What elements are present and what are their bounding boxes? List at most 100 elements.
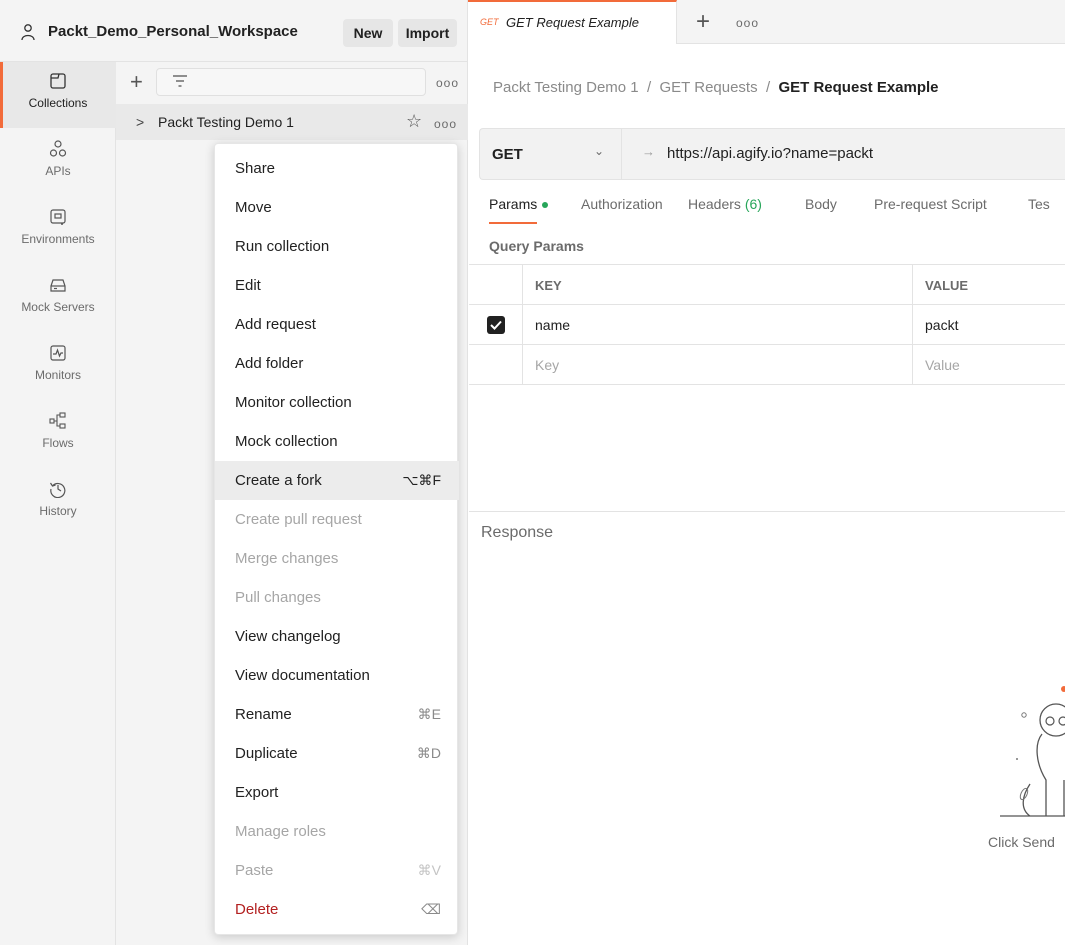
tab-params[interactable]: Params xyxy=(489,196,549,212)
breadcrumb-separator: / xyxy=(765,79,771,96)
tab-title: GET Request Example xyxy=(506,15,639,30)
collection-name[interactable]: Packt Testing Demo 1 xyxy=(158,114,294,130)
request-url-bar: GET ⌄ → https://api.agify.io?name=packt xyxy=(479,128,1065,180)
nav-label: Collections xyxy=(28,96,88,110)
tab-headers[interactable]: Headers (6) xyxy=(688,196,762,212)
menu-item-create-fork[interactable]: Create a fork ⌥⌘F xyxy=(215,461,459,500)
key-input[interactable]: Key xyxy=(523,345,913,385)
active-tab-underline xyxy=(489,222,537,224)
import-button[interactable]: Import xyxy=(398,19,457,47)
menu-item-share[interactable]: Share xyxy=(215,149,459,188)
menu-item-mock-collection[interactable]: Mock collection xyxy=(215,422,459,461)
nav-item-apis[interactable]: APIs xyxy=(0,130,116,196)
add-collection-button[interactable]: + xyxy=(130,70,143,94)
new-tab-button[interactable]: + xyxy=(696,8,710,36)
tab-body[interactable]: Body xyxy=(805,196,837,212)
table-header-row: KEY VALUE xyxy=(469,264,1065,305)
history-icon xyxy=(50,482,66,498)
menu-item-add-request[interactable]: Add request xyxy=(215,305,459,344)
table-row: name packt xyxy=(469,304,1065,345)
menu-item-paste: Paste ⌘V xyxy=(235,862,441,879)
tab-tests[interactable]: Tes xyxy=(1028,196,1050,212)
collections-toolbar: + ooo xyxy=(116,62,468,104)
key-column-header: KEY xyxy=(523,265,913,305)
menu-item-edit[interactable]: Edit xyxy=(215,266,459,305)
url-arrow-icon: → xyxy=(642,144,655,159)
request-tab-bar: GET GET Request Example + ooo xyxy=(468,0,1065,44)
collections-icon xyxy=(50,73,66,89)
collection-more-icon[interactable]: ooo xyxy=(434,117,457,131)
chevron-right-icon[interactable]: > xyxy=(136,114,144,130)
nav-label: History xyxy=(39,504,77,518)
params-indicator-dot xyxy=(542,202,549,209)
menu-item-view-documentation[interactable]: View documentation xyxy=(215,656,459,695)
menu-item-export[interactable]: Export xyxy=(215,773,459,812)
method-label: GET xyxy=(492,146,523,163)
tab-get-request-example[interactable]: GET GET Request Example xyxy=(468,0,677,44)
breadcrumb-collection[interactable]: Packt Testing Demo 1 xyxy=(493,79,639,96)
workspace-name[interactable]: Packt_Demo_Personal_Workspace xyxy=(48,23,298,40)
filter-icon xyxy=(173,75,187,87)
more-options-icon[interactable]: ooo xyxy=(436,76,459,90)
value-input[interactable]: Value xyxy=(913,345,1065,385)
checkmark-icon xyxy=(489,320,502,330)
user-icon xyxy=(21,24,35,41)
menu-item-duplicate[interactable]: Duplicate ⌘D xyxy=(215,734,459,773)
nav-item-history[interactable]: History xyxy=(0,470,116,536)
shortcut-label: ⌘D xyxy=(416,745,441,761)
param-value-cell[interactable]: packt xyxy=(913,305,1065,345)
astronaut-illustration xyxy=(1000,686,1065,817)
menu-item-add-folder[interactable]: Add folder xyxy=(215,344,459,383)
collection-context-menu: Share Move Run collection Edit Add reque… xyxy=(214,143,459,935)
monitors-icon xyxy=(50,345,66,361)
breadcrumb-current[interactable]: GET Request Example xyxy=(778,79,938,96)
query-params-title: Query Params xyxy=(489,238,584,254)
menu-item-create-pull-request: Create pull request xyxy=(235,511,362,528)
apis-icon xyxy=(49,140,67,157)
value-column-header: VALUE xyxy=(925,277,969,293)
menu-item-view-changelog[interactable]: View changelog xyxy=(215,617,459,656)
menu-item-manage-roles: Manage roles xyxy=(235,823,326,840)
nav-item-collections[interactable]: Collections xyxy=(0,62,116,128)
menu-item-monitor-collection[interactable]: Monitor collection xyxy=(215,383,459,422)
flows-icon xyxy=(49,412,66,429)
url-input[interactable]: https://api.agify.io?name=packt xyxy=(667,145,873,162)
tabs-more-icon[interactable]: ooo xyxy=(736,16,759,30)
environments-icon xyxy=(50,209,66,225)
workspace-header: Packt_Demo_Personal_Workspace New Import xyxy=(0,0,468,62)
nav-label: Flows xyxy=(42,436,74,450)
menu-item-run-collection[interactable]: Run collection xyxy=(215,227,459,266)
new-button[interactable]: New xyxy=(343,19,393,47)
breadcrumb-separator: / xyxy=(646,79,652,96)
filter-input[interactable] xyxy=(156,68,426,96)
nav-rail: Collections APIs Environments Mock Serve… xyxy=(0,62,116,945)
tab-pre-request-script[interactable]: Pre-request Script xyxy=(874,196,987,212)
nav-label: Monitors xyxy=(34,368,81,382)
param-key-cell[interactable]: name xyxy=(523,305,913,345)
chevron-down-icon: ⌄ xyxy=(594,144,605,158)
nav-item-environments[interactable]: Environments xyxy=(0,198,116,264)
star-icon[interactable]: ☆ xyxy=(406,111,422,132)
param-checkbox[interactable] xyxy=(486,316,505,334)
nav-label: Environments xyxy=(21,232,95,246)
nav-item-monitors[interactable]: Monitors xyxy=(0,334,116,400)
breadcrumb-folder[interactable]: GET Requests xyxy=(660,79,758,96)
menu-item-move[interactable]: Move xyxy=(215,188,459,227)
shortcut-label: ⌘V xyxy=(417,862,441,878)
menu-item-delete[interactable]: Delete ⌫ xyxy=(215,890,459,929)
menu-item-rename[interactable]: Rename ⌘E xyxy=(215,695,459,734)
collection-row[interactable]: > Packt Testing Demo 1 ☆ ooo xyxy=(116,104,468,140)
menu-item-merge-changes: Merge changes xyxy=(235,550,339,567)
send-hint-text: Click Send xyxy=(988,834,1055,850)
tab-method-badge: GET xyxy=(480,17,499,27)
nav-label: Mock Servers xyxy=(21,300,95,314)
nav-item-mock-servers[interactable]: Mock Servers xyxy=(0,266,116,332)
nav-item-flows[interactable]: Flows xyxy=(0,402,116,468)
tab-authorization[interactable]: Authorization xyxy=(581,196,663,212)
menu-item-pull-changes: Pull changes xyxy=(235,589,321,606)
mock-servers-icon xyxy=(50,279,66,292)
backspace-icon: ⌫ xyxy=(421,901,441,917)
response-title: Response xyxy=(481,524,554,541)
breadcrumb: Packt Testing Demo 1 / GET Requests / GE… xyxy=(493,79,939,96)
method-select[interactable]: GET ⌄ xyxy=(480,129,622,179)
